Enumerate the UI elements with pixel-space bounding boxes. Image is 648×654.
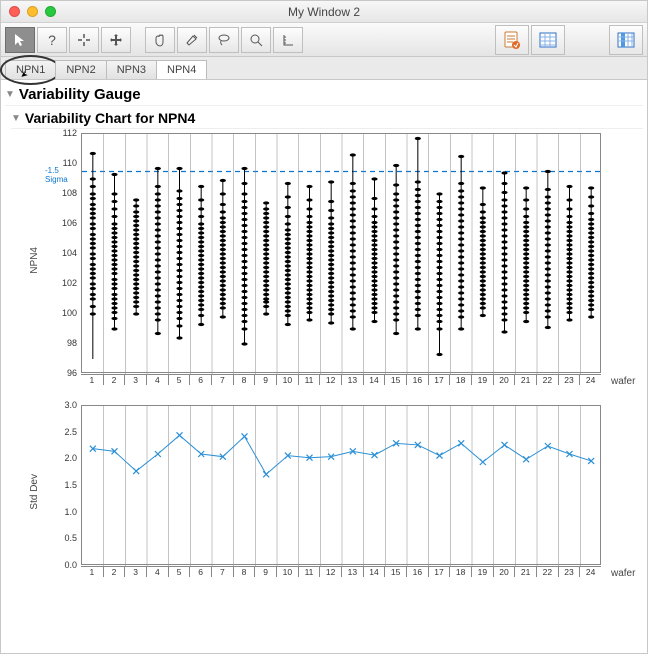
- window-minimize-button[interactable]: [27, 6, 38, 17]
- section-variability-gauge[interactable]: ▼ Variability Gauge: [5, 84, 643, 106]
- lasso-tool-button[interactable]: [209, 27, 239, 53]
- help-tool-button[interactable]: ?: [37, 27, 67, 53]
- script-button[interactable]: [495, 25, 529, 55]
- move-tool-button[interactable]: [101, 27, 131, 53]
- tab-npn3[interactable]: NPN3: [106, 60, 157, 79]
- column-view-button[interactable]: [609, 25, 643, 55]
- brush-tool-button[interactable]: [177, 27, 207, 53]
- crosshair-tool-button[interactable]: [69, 27, 99, 53]
- variability-chart[interactable]: [81, 133, 601, 373]
- grabber-tool-button[interactable]: [145, 27, 175, 53]
- content-area: ▼ Variability Gauge ▼ Variability Chart …: [1, 80, 647, 653]
- arrow-tool-button[interactable]: [5, 27, 35, 53]
- y-axis-label-npn4: NPN4: [29, 247, 45, 274]
- section-title: Variability Gauge: [19, 86, 141, 103]
- zoom-tool-button[interactable]: [241, 27, 271, 53]
- data-table-button[interactable]: [531, 25, 565, 55]
- tab-npn2[interactable]: NPN2: [55, 60, 106, 79]
- x-axis-label: wafer: [607, 568, 635, 579]
- app-window: My Window 2 ?: [0, 0, 648, 654]
- sigma-label: -1.5 Sigma: [45, 166, 79, 184]
- tab-npn1[interactable]: NPN1: [5, 60, 56, 79]
- tab-npn4[interactable]: NPN4: [156, 60, 207, 79]
- window-title: My Window 2: [1, 5, 647, 19]
- window-zoom-button[interactable]: [45, 6, 56, 17]
- axis-tool-button[interactable]: [273, 27, 303, 53]
- section-variability-chart[interactable]: ▼ Variability Chart for NPN4: [11, 108, 643, 129]
- disclosure-triangle-icon: ▼: [11, 113, 21, 124]
- section-title: Variability Chart for NPN4: [25, 110, 195, 126]
- x-axis-label: wafer: [607, 376, 635, 387]
- disclosure-triangle-icon: ▼: [5, 89, 15, 100]
- window-close-button[interactable]: [9, 6, 20, 17]
- titlebar: My Window 2: [1, 1, 647, 23]
- y-axis-label-stddev: Std Dev: [29, 474, 45, 510]
- toolbar: ?: [1, 23, 647, 57]
- stddev-chart[interactable]: [81, 405, 601, 565]
- tab-bar: NPN1 NPN2 NPN3 NPN4: [1, 57, 647, 80]
